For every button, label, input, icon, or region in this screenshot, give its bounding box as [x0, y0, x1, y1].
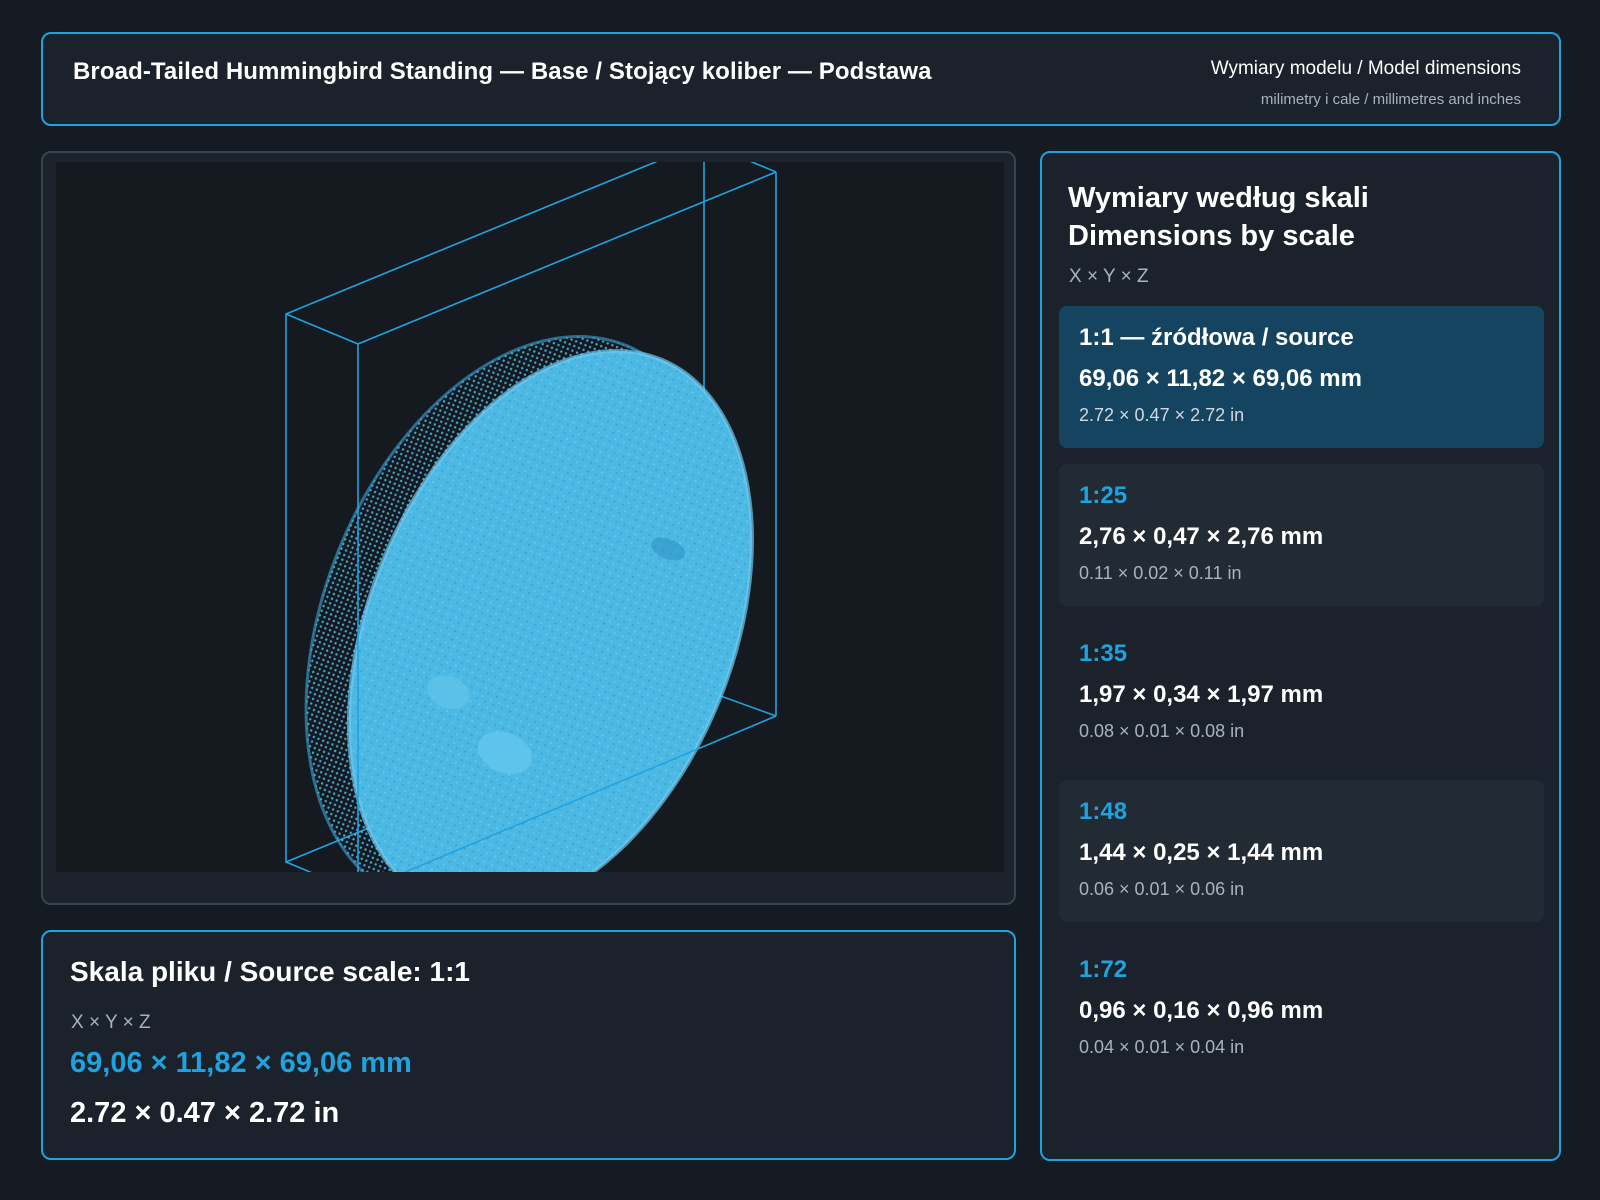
panel-title: Wymiary według skali Dimensions by scale	[1068, 179, 1369, 255]
scale-label: 1:72	[1079, 956, 1128, 983]
source-scale-title: Skala pliku / Source scale: 1:1	[70, 956, 470, 987]
scale-label: 1:1 — źródłowa / source	[1079, 324, 1354, 351]
scale-dimensions-in: 0.08 × 0.01 × 0.08 in	[1079, 721, 1245, 741]
scale-dimensions-mm: 1,97 × 0,34 × 1,97 mm	[1079, 681, 1324, 708]
header-info: Wymiary modelu / Model dimensions milime…	[1211, 58, 1521, 108]
scale-dimensions-mm: 2,76 × 0,47 × 2,76 mm	[1079, 523, 1324, 550]
model-title: Broad-Tailed Hummingbird Standing — Base…	[73, 58, 932, 85]
scale-item-1-48[interactable]: 1:48 1,44 × 0,25 × 1,44 mm 0.06 × 0.01 ×…	[1059, 780, 1544, 922]
scale-dimensions-panel: Wymiary według skali Dimensions by scale…	[1040, 151, 1561, 1161]
scale-dimensions-in: 0.04 × 0.01 × 0.04 in	[1079, 1037, 1245, 1057]
scale-dimensions-mm: 1,44 × 0,25 × 1,44 mm	[1079, 839, 1324, 866]
scale-item-1-25[interactable]: 1:25 2,76 × 0,47 × 2,76 mm 0.11 × 0.02 ×…	[1059, 464, 1544, 606]
source-scale-card: Skala pliku / Source scale: 1:1 X × Y × …	[41, 930, 1016, 1160]
scale-dimensions-in: 0.06 × 0.01 × 0.06 in	[1079, 879, 1245, 899]
scale-dimensions-in: 0.11 × 0.02 × 0.11 in	[1079, 563, 1242, 583]
scale-dimensions-mm: 69,06 × 11,82 × 69,06 mm	[1079, 365, 1362, 392]
scale-label: 1:48	[1079, 798, 1128, 825]
header-bar: Broad-Tailed Hummingbird Standing — Base…	[41, 32, 1561, 126]
scale-item-1-35[interactable]: 1:35 1,97 × 0,34 × 1,97 mm 0.08 × 0.01 ×…	[1059, 622, 1544, 764]
header-subtitle: Wymiary modelu / Model dimensions	[1210, 58, 1521, 79]
panel-title-line2: Dimensions by scale	[1068, 220, 1355, 252]
scale-item-1-72[interactable]: 1:72 0,96 × 0,16 × 0,96 mm 0.04 × 0.01 ×…	[1059, 938, 1544, 1080]
source-dimensions-mm: 69,06 × 11,82 × 69,06 mm	[70, 1047, 412, 1079]
scale-label: 1:35	[1079, 640, 1128, 667]
panel-title-line1: Wymiary według skali	[1068, 182, 1369, 214]
model-render	[285, 162, 777, 872]
scale-dimensions-in: 2.72 × 0.47 × 2.72 in	[1079, 405, 1245, 425]
scale-label: 1:25	[1079, 482, 1128, 509]
model-viewer[interactable]	[41, 151, 1016, 905]
source-dimensions-in: 2.72 × 0.47 × 2.72 in	[70, 1097, 340, 1129]
scale-dimensions-mm: 0,96 × 0,16 × 0,96 mm	[1079, 997, 1324, 1024]
header-units-note: milimetry i cale / millimetres and inche…	[1260, 91, 1521, 108]
viewer-canvas[interactable]	[56, 162, 1004, 872]
source-axes-label: X × Y × Z	[71, 1012, 151, 1033]
scale-item-1-1[interactable]: 1:1 — źródłowa / source 69,06 × 11,82 × …	[1059, 306, 1544, 448]
panel-axes-label: X × Y × Z	[1069, 266, 1149, 287]
